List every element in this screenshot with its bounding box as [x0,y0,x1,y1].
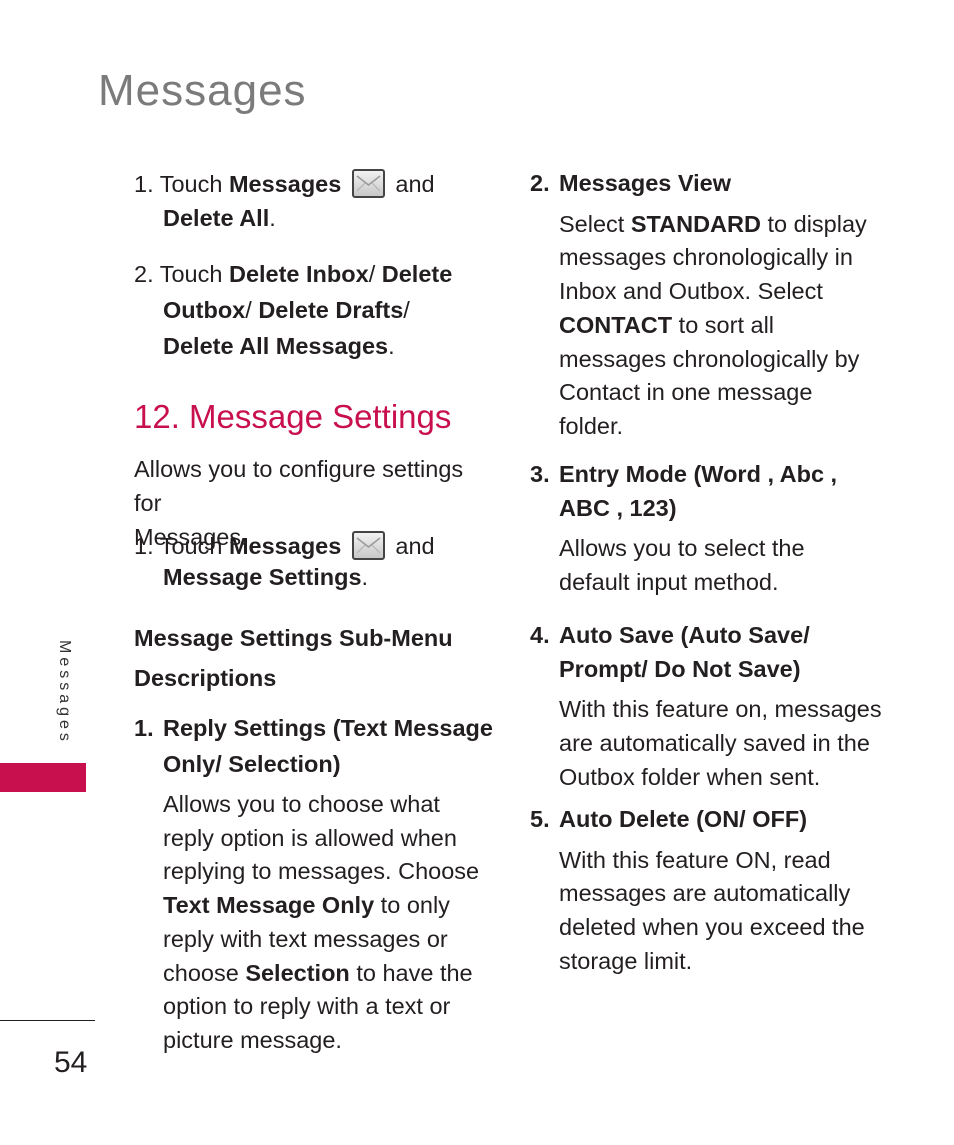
desc-line: With this feature on, messages [559,696,882,723]
item-entry-mode: 3. Entry Mode (Word , Abc , ABC , 123) Al… [530,458,930,600]
desc-line: default input method. [559,569,779,596]
step-number: 2. [134,261,154,287]
desc-line: reply with text messages or [163,925,448,952]
item-title: Auto Save (Auto Save/ [559,622,810,648]
chapter-tab-marker [0,763,86,792]
desc-line: reply option is allowed when [163,824,457,851]
page-number: 54 [54,1046,88,1079]
separator: / [403,297,410,323]
desc-line: With this feature ON, read [559,846,831,873]
item-auto-delete: 5. Auto Delete (ON/ OFF) With this featur… [530,803,930,979]
delete-drafts-label: Delete Drafts [258,297,404,323]
footer-divider [0,1020,95,1021]
section-heading: 12. Message Settings [134,398,452,435]
delete-inbox-label: Delete Inbox [228,261,369,287]
settings-step-1: 1. Touch Messages and Message Settings. [134,531,494,593]
punctuation: . [269,205,276,231]
item-reply-settings: 1. Reply Settings (Text Message Only/ Sel… [134,710,494,782]
desc-line: replying to messages. Choose [163,858,480,885]
selection-label: Selection [245,959,350,986]
step-text: Touch [159,171,229,197]
standard-label: STANDARD [630,210,761,237]
item-title: Entry Mode (Word , Abc , [559,461,838,487]
step-text: Touch [159,261,229,287]
chapter-tab-label: Messages [56,640,73,745]
desc-text: to display [760,210,867,237]
item-number: 1. [134,715,154,741]
page-title: Messages [98,66,307,115]
desc-line: messages chronologically by [559,345,860,372]
desc-line: Contact in one message [559,379,813,406]
delete-outbox-label: Delete [381,261,453,287]
delete-step-1: 1. Touch Messages and Delete All. [134,167,494,235]
submenu-heading-line: Message Settings Sub-Menu [134,625,453,651]
desc-line: storage limit. [559,947,693,974]
desc-line: messages are automatically [559,880,851,907]
desc-text: to have the [349,959,473,986]
desc-line: Allows you to select the [559,535,805,562]
envelope-icon [351,169,385,198]
item-auto-save: 4. Auto Save (Auto Save/ Prompt/ Do Not S… [530,619,930,795]
submenu-heading: Message Settings Sub-Menu Descriptions [134,618,494,698]
desc-text: to sort all [672,311,775,338]
desc-text: choose [163,959,246,986]
intro-line: Allows you to configure settings for [134,456,464,516]
item-number: 3. [530,461,550,487]
desc-line: picture message. [163,1026,342,1053]
desc-line: Outbox folder when sent. [559,763,821,790]
delete-all-messages-label: Delete All Messages [163,333,389,359]
delete-outbox-label: Outbox [163,297,246,323]
desc-line: Allows you to choose what [163,791,440,817]
item-title: Auto Delete (ON/ OFF) [559,806,808,832]
desc-line: option to reply with a text or [163,993,451,1020]
item-title: Reply Settings (Text Message [163,715,493,741]
punctuation: . [388,333,395,359]
item-number: 4. [530,622,550,648]
item-number: 2. [530,170,550,196]
delete-step-2: 2. Touch Delete Inbox/ Delete Outbox/ De… [134,256,494,364]
item-title: ABC , 123) [559,494,677,521]
step-text: Touch [159,533,229,559]
delete-all-label: Delete All [163,205,270,231]
separator: / [245,297,259,323]
envelope-icon [351,531,385,560]
messages-menu-label: Messages [228,533,342,559]
separator: / [368,261,382,287]
text-message-only-label: Text Message Only [163,892,375,919]
desc-line: deleted when you exceed the [559,914,865,941]
step-text: and [388,171,435,197]
item-number: 5. [530,806,550,832]
desc-line: folder. [559,412,624,439]
messages-menu-label: Messages [228,171,342,197]
item-messages-view: 2. Messages View Select STANDARD to displ… [530,167,930,444]
punctuation: . [361,564,369,590]
step-number: 1. [134,533,154,559]
step-text: and [388,533,435,559]
item-title: Only/ Selection) [163,751,341,777]
desc-line: are automatically saved in the [559,730,870,757]
item-title: Messages View [559,170,732,196]
contact-label: CONTACT [559,311,673,338]
desc-text: Select [559,210,631,237]
item-reply-settings-desc: Allows you to choose what reply option i… [163,788,503,1058]
step-number: 1. [134,171,154,197]
submenu-heading-line: Descriptions [134,665,277,691]
message-settings-label: Message Settings [163,564,362,590]
desc-line: Inbox and Outbox. Select [559,278,823,305]
desc-line: messages chronologically in [559,244,853,271]
item-title: Prompt/ Do Not Save) [559,655,801,682]
desc-text: to only [374,892,450,919]
